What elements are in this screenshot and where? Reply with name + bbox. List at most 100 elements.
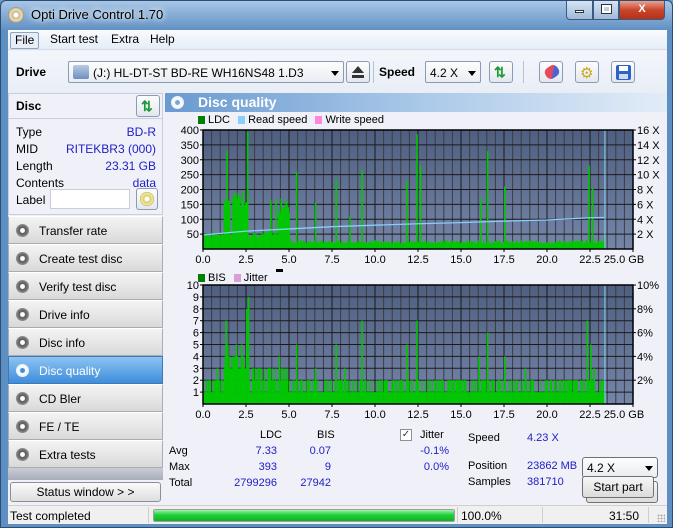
- bis-bar: [413, 392, 415, 404]
- nav-disc-quality[interactable]: Disc quality: [8, 356, 163, 384]
- bis-bar: [514, 380, 516, 404]
- settings-button[interactable]: ⚙: [575, 61, 599, 83]
- ldc-bar: [244, 205, 246, 249]
- bis-bar: [600, 380, 602, 404]
- refresh-drive-button[interactable]: ⇅: [489, 61, 513, 83]
- menu-start-test[interactable]: Start test: [46, 32, 102, 49]
- ldc-bar: [231, 231, 233, 249]
- jitter-checkbox[interactable]: ✓: [400, 429, 412, 441]
- ldc-bar: [380, 242, 382, 249]
- bis-bar: [262, 380, 264, 404]
- bis-bar: [407, 380, 409, 404]
- disc-label-button[interactable]: [136, 188, 158, 210]
- menu-help[interactable]: Help: [146, 32, 179, 49]
- bis-bar: [596, 392, 598, 404]
- ldc-bar: [525, 241, 527, 249]
- minimize-button[interactable]: [566, 1, 593, 20]
- x-tick-label: 10.0: [364, 409, 385, 421]
- ldc-bar: [412, 241, 414, 249]
- bis-bar: [292, 392, 294, 404]
- nav-cd-bler[interactable]: CD Bler: [8, 384, 163, 412]
- y-tick-label: 250: [181, 170, 199, 182]
- ldc-bar: [593, 242, 595, 249]
- ldc-bar: [425, 242, 427, 249]
- ldc-bar: [435, 242, 437, 249]
- bis-bar: [491, 380, 493, 404]
- nav-fe-te[interactable]: FE / TE: [8, 412, 163, 440]
- ldc-bar: [483, 240, 485, 249]
- speed-label: Speed: [379, 65, 416, 79]
- bis-bar: [359, 380, 361, 404]
- status-window-button[interactable]: Status window > >: [10, 482, 161, 502]
- nav-drive-info[interactable]: Drive info: [8, 300, 163, 328]
- ldc-bar: [572, 240, 574, 249]
- bis-bar: [457, 380, 459, 404]
- bis-bar: [305, 380, 307, 404]
- bis-bar: [461, 380, 463, 404]
- nav-verify-test-disc[interactable]: Verify test disc: [8, 272, 163, 300]
- ldc-bar: [590, 242, 591, 249]
- start-part-button[interactable]: Start part: [582, 476, 654, 498]
- ldc-bar: [387, 243, 389, 249]
- ldc-bar: [343, 242, 345, 249]
- maximize-button[interactable]: [593, 1, 619, 20]
- nav-create-test-disc[interactable]: Create test disc: [8, 244, 163, 272]
- disc-label-input[interactable]: [50, 189, 130, 209]
- nav-extra-tests[interactable]: Extra tests: [8, 440, 163, 468]
- close-button[interactable]: X: [619, 1, 665, 20]
- menu-file[interactable]: File: [10, 32, 40, 49]
- ldc-bar: [236, 198, 238, 249]
- ldc-bar: [264, 231, 266, 249]
- bis-chart: 12345678910 2% 4% 6% 8% 10% 0.0 2.5 5.0 7.5 10.0 12…: [187, 280, 659, 421]
- ldc-bar: [334, 242, 336, 249]
- bis-bar: [395, 380, 397, 404]
- test-speed-select[interactable]: 4.2 X: [582, 457, 658, 478]
- bis-bar: [523, 392, 525, 404]
- ldc-bar: [447, 242, 449, 249]
- bis-bar: [408, 380, 410, 404]
- erase-button[interactable]: [539, 61, 563, 83]
- bis-bar: [571, 380, 573, 404]
- ldc-bar: [560, 241, 562, 249]
- menu-extra[interactable]: Extra: [107, 32, 143, 49]
- bis-bar: [547, 380, 548, 404]
- nav-transfer-rate[interactable]: Transfer rate: [8, 216, 163, 244]
- nav-disc-info[interactable]: Disc info: [8, 328, 163, 356]
- ldc-bar: [265, 233, 267, 249]
- bis-bar: [521, 392, 523, 404]
- bis-bar: [275, 368, 277, 404]
- bis-bar: [501, 392, 503, 404]
- bis-bar: [563, 380, 565, 404]
- bis-bar: [530, 380, 532, 404]
- ldc-bar: [309, 240, 311, 249]
- speed-select[interactable]: 4.2 X: [425, 61, 481, 83]
- bis-bar: [224, 356, 226, 404]
- x-tick-label: 17.5: [493, 254, 514, 266]
- bis-bar: [578, 392, 580, 404]
- bis-bar: [576, 380, 578, 404]
- speed-select-value: 4.2 X: [430, 66, 459, 80]
- ldc-peak: [349, 216, 351, 249]
- max-jitter: 0.0%: [423, 461, 449, 473]
- bis-peak: [235, 344, 238, 404]
- ldc-bar: [579, 240, 581, 249]
- bis-bar: [389, 392, 391, 404]
- ldc-bar: [424, 241, 426, 249]
- bis-bar: [388, 392, 390, 404]
- bis-bar: [203, 392, 205, 404]
- bis-bar: [456, 380, 458, 404]
- ldc-bar: [442, 241, 444, 249]
- bis-bar: [505, 392, 507, 404]
- write-speed-legend-swatch: [315, 116, 323, 124]
- resize-grip[interactable]: [657, 514, 665, 522]
- panel-header: Disc quality: [165, 93, 667, 112]
- bis-bar: [290, 392, 292, 404]
- disc-refresh-button[interactable]: ⇅: [136, 95, 160, 117]
- bis-bar: [346, 392, 348, 404]
- drive-select[interactable]: (J:) HL-DT-ST BD-RE WH16NS48 1.D3: [68, 61, 344, 83]
- ldc-bar: [495, 241, 497, 249]
- save-button[interactable]: [611, 61, 635, 83]
- bis-bar: [424, 392, 426, 404]
- eject-button[interactable]: [346, 61, 370, 83]
- bis-bar: [396, 392, 398, 404]
